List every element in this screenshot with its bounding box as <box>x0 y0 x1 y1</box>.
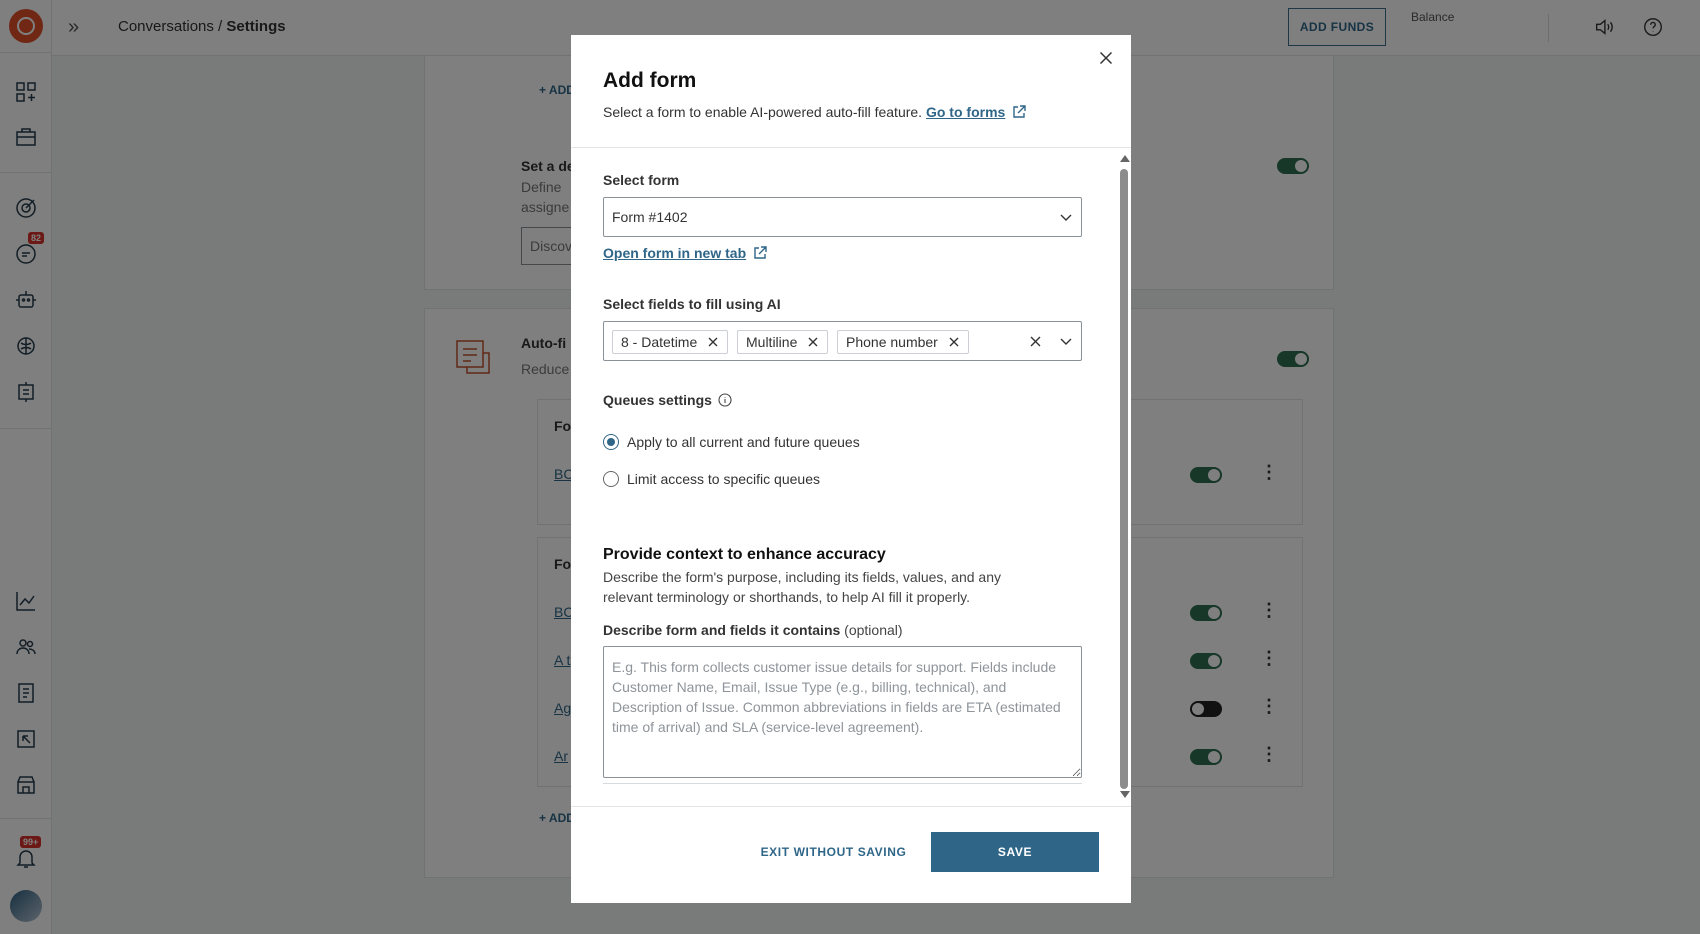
scroll-up-icon[interactable] <box>1120 155 1130 162</box>
radio-specific-queues[interactable] <box>603 471 619 487</box>
clear-all-icon[interactable] <box>1029 335 1042 348</box>
header-divider <box>571 147 1131 148</box>
chip-label: 8 - Datetime <box>621 334 698 350</box>
external-link-icon[interactable] <box>752 245 768 261</box>
radio-all-queues[interactable] <box>603 434 619 450</box>
exit-without-saving-button[interactable]: EXIT WITHOUT SAVING <box>746 832 921 872</box>
describe-label-text: Describe form and fields it contains <box>603 622 841 638</box>
modal-title: Add form <box>603 69 697 92</box>
field-chip: Multiline <box>737 330 829 354</box>
remove-chip-icon[interactable] <box>707 336 719 348</box>
close-icon[interactable] <box>1095 47 1117 69</box>
context-section-title: Provide context to enhance accuracy <box>603 546 886 563</box>
divider <box>603 783 1082 784</box>
modal-subtitle-text: Select a form to enable AI-powered auto-… <box>603 104 923 120</box>
scroll-down-icon[interactable] <box>1120 791 1130 798</box>
save-button[interactable]: SAVE <box>931 832 1099 872</box>
remove-chip-icon[interactable] <box>948 336 960 348</box>
chip-label: Multiline <box>746 334 798 350</box>
external-link-icon[interactable] <box>1011 104 1027 120</box>
remove-chip-icon[interactable] <box>807 336 819 348</box>
chevron-down-icon[interactable] <box>1059 210 1073 224</box>
scrollbar[interactable] <box>1117 151 1131 801</box>
optional-tag: (optional) <box>844 622 903 638</box>
select-fields-label: Select fields to fill using AI <box>603 296 781 312</box>
scrollbar-thumb[interactable] <box>1120 169 1128 789</box>
field-chip: Phone number <box>837 330 969 354</box>
fields-multiselect[interactable]: 8 - Datetime Multiline Phone number <box>603 321 1082 361</box>
describe-form-textarea[interactable] <box>603 646 1082 778</box>
open-form-new-tab-link[interactable]: Open form in new tab <box>603 245 746 261</box>
modal-subtitle: Select a form to enable AI-powered auto-… <box>603 104 1027 120</box>
describe-label: Describe form and fields it contains (op… <box>603 622 903 638</box>
select-form-label: Select form <box>603 172 680 188</box>
open-form-link-row: Open form in new tab <box>603 245 768 261</box>
radio-all-queues-label[interactable]: Apply to all current and future queues <box>627 434 860 450</box>
info-icon[interactable] <box>718 393 732 407</box>
go-to-forms-link[interactable]: Go to forms <box>926 104 1005 120</box>
chip-label: Phone number <box>846 334 938 350</box>
add-form-modal: Add form Select a form to enable AI-powe… <box>571 35 1131 903</box>
form-select-value: Form #1402 <box>612 209 688 225</box>
context-section-desc: Describe the form's purpose, including i… <box>603 569 1001 605</box>
chevron-down-icon[interactable] <box>1059 334 1073 348</box>
queues-settings-label: Queues settings <box>603 392 732 408</box>
queues-settings-text: Queues settings <box>603 392 712 408</box>
radio-specific-queues-label[interactable]: Limit access to specific queues <box>627 471 820 487</box>
field-chip: 8 - Datetime <box>612 330 729 354</box>
form-select[interactable]: Form #1402 <box>603 197 1082 237</box>
footer-divider <box>571 806 1131 807</box>
